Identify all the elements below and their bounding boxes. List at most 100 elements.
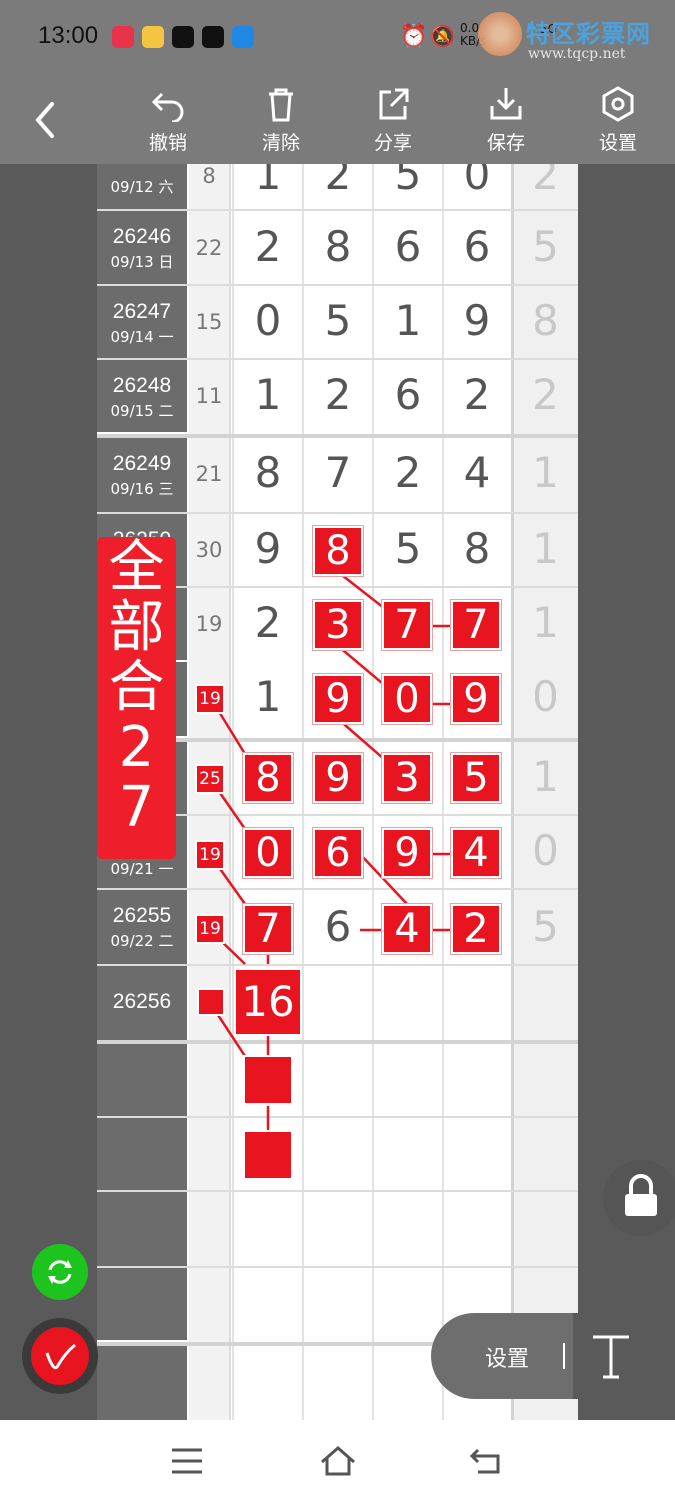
watermark: 特区彩票网 www.tqcp.net [478, 10, 673, 70]
marked-sum-empty[interactable] [199, 990, 223, 1014]
marked-sum[interactable]: 25 [197, 766, 223, 792]
digit-cell: 9 [254, 524, 282, 573]
app-notification-icon [142, 26, 164, 48]
digit-cell: 8 [324, 222, 352, 271]
bottom-settings-panel[interactable]: 设置 [431, 1313, 675, 1399]
watermark-logo [478, 12, 522, 56]
marked-digit[interactable]: 0 [245, 830, 291, 876]
text-tool-button[interactable] [573, 1313, 675, 1399]
digit-cell: 1 [254, 164, 282, 199]
sum-value: 22 [195, 236, 223, 260]
download-icon [490, 88, 522, 120]
span-value: 0 [532, 826, 559, 875]
marked-sum-total[interactable]: 16 [236, 970, 300, 1034]
span-value: 1 [532, 448, 559, 497]
digit-cell: 8 [463, 524, 491, 573]
watermark-url: www.tqcp.net [528, 46, 626, 62]
sum-value: 11 [195, 384, 223, 408]
text-icon [593, 1335, 629, 1379]
marked-digit[interactable]: 2 [453, 906, 499, 952]
app-notification-icon [112, 26, 134, 48]
marked-sum[interactable]: 19 [197, 686, 223, 712]
marked-digit[interactable]: 4 [453, 830, 499, 876]
top-toolbar: 撤销 清除 分享 保存 设置 [0, 78, 675, 164]
marked-digit[interactable]: 5 [453, 755, 499, 801]
marked-digit[interactable]: 8 [315, 528, 361, 574]
label-char: 合 [108, 655, 165, 720]
panel-divider [563, 1343, 565, 1369]
back-button[interactable] [28, 100, 64, 140]
label-char: 部 [108, 595, 165, 660]
sum-value: 30 [195, 538, 223, 562]
sum-value: 21 [195, 462, 223, 486]
sum-value: 19 [195, 612, 223, 636]
label-char: 2 [118, 715, 155, 780]
marked-digit[interactable]: 3 [315, 602, 361, 648]
gear-icon [602, 86, 634, 122]
marked-digit[interactable]: 4 [384, 906, 430, 952]
mute-icon: 🔕 [430, 24, 455, 48]
span-value: 1 [532, 598, 559, 647]
span-value: 1 [532, 752, 559, 801]
digit-cell: 0 [254, 296, 282, 345]
digit-cell: 1 [254, 370, 282, 419]
sum-value: 15 [195, 310, 223, 334]
marked-digit[interactable]: 6 [315, 830, 361, 876]
undo-button[interactable]: 撤销 [133, 86, 203, 162]
marked-sum[interactable]: 19 [197, 916, 223, 942]
digit-cell: 9 [463, 296, 491, 345]
status-bar: 13:00 ⏰ 🔕 0.0 KB/s 5G 特区彩票网 www.tqcp.net [0, 0, 675, 78]
system-nav-bar [0, 1420, 675, 1500]
refresh-icon [48, 1260, 72, 1284]
home-icon[interactable] [318, 1444, 358, 1478]
share-label: 分享 [373, 132, 412, 154]
digit-cell: 5 [324, 296, 352, 345]
status-time: 13:00 [38, 22, 99, 49]
network-speed-value: 0.0 [460, 21, 480, 35]
chevron-left-icon [35, 102, 54, 138]
marked-digit[interactable]: 9 [384, 830, 430, 876]
pen-button[interactable] [22, 1318, 98, 1394]
label-char: 7 [118, 775, 155, 840]
panel-settings-label[interactable]: 设置 [485, 1341, 529, 1373]
settings-button[interactable]: 设置 [583, 86, 653, 162]
app-notification-icon [232, 26, 254, 48]
digit-cell: 6 [394, 370, 422, 419]
marked-digit[interactable]: 7 [384, 602, 430, 648]
marked-digit[interactable]: 9 [315, 755, 361, 801]
refresh-button[interactable] [32, 1244, 88, 1300]
menu-icon[interactable] [170, 1446, 204, 1476]
empty-marker[interactable] [245, 1057, 291, 1103]
undo-icon [151, 92, 184, 122]
clear-button[interactable]: 清除 [246, 86, 316, 162]
marked-digit[interactable]: 3 [384, 755, 430, 801]
span-value: 5 [532, 902, 559, 951]
alarm-icon: ⏰ [400, 24, 428, 49]
marked-digit[interactable]: 7 [245, 906, 291, 952]
save-label: 保存 [486, 132, 525, 154]
marked-digit[interactable]: 7 [453, 602, 499, 648]
span-value: 0 [532, 672, 559, 721]
sum-total-label: 全 部 合 2 7 [97, 537, 176, 859]
share-button[interactable]: 分享 [358, 86, 428, 162]
share-icon [379, 88, 409, 120]
tiktok-icon [172, 26, 194, 48]
save-button[interactable]: 保存 [471, 86, 541, 162]
marked-digit[interactable]: 8 [245, 755, 291, 801]
digit-cell: 6 [324, 902, 352, 951]
back-nav-icon[interactable] [468, 1446, 504, 1476]
marked-digit[interactable]: 9 [315, 676, 361, 722]
marked-digit[interactable]: 0 [384, 676, 430, 722]
tiktok-icon [202, 26, 224, 48]
marked-sum[interactable]: 19 [197, 842, 223, 868]
digit-cell: 6 [463, 222, 491, 271]
lock-button[interactable] [603, 1160, 675, 1236]
digit-cell: 4 [463, 448, 491, 497]
empty-marker[interactable] [245, 1132, 291, 1178]
pen-button-inner [31, 1327, 89, 1385]
digit-cell: 2 [324, 370, 352, 419]
digit-cell: 2 [463, 370, 491, 419]
span-value: 8 [532, 296, 559, 345]
marked-digit[interactable]: 9 [453, 676, 499, 722]
digit-cell: 1 [394, 296, 422, 345]
